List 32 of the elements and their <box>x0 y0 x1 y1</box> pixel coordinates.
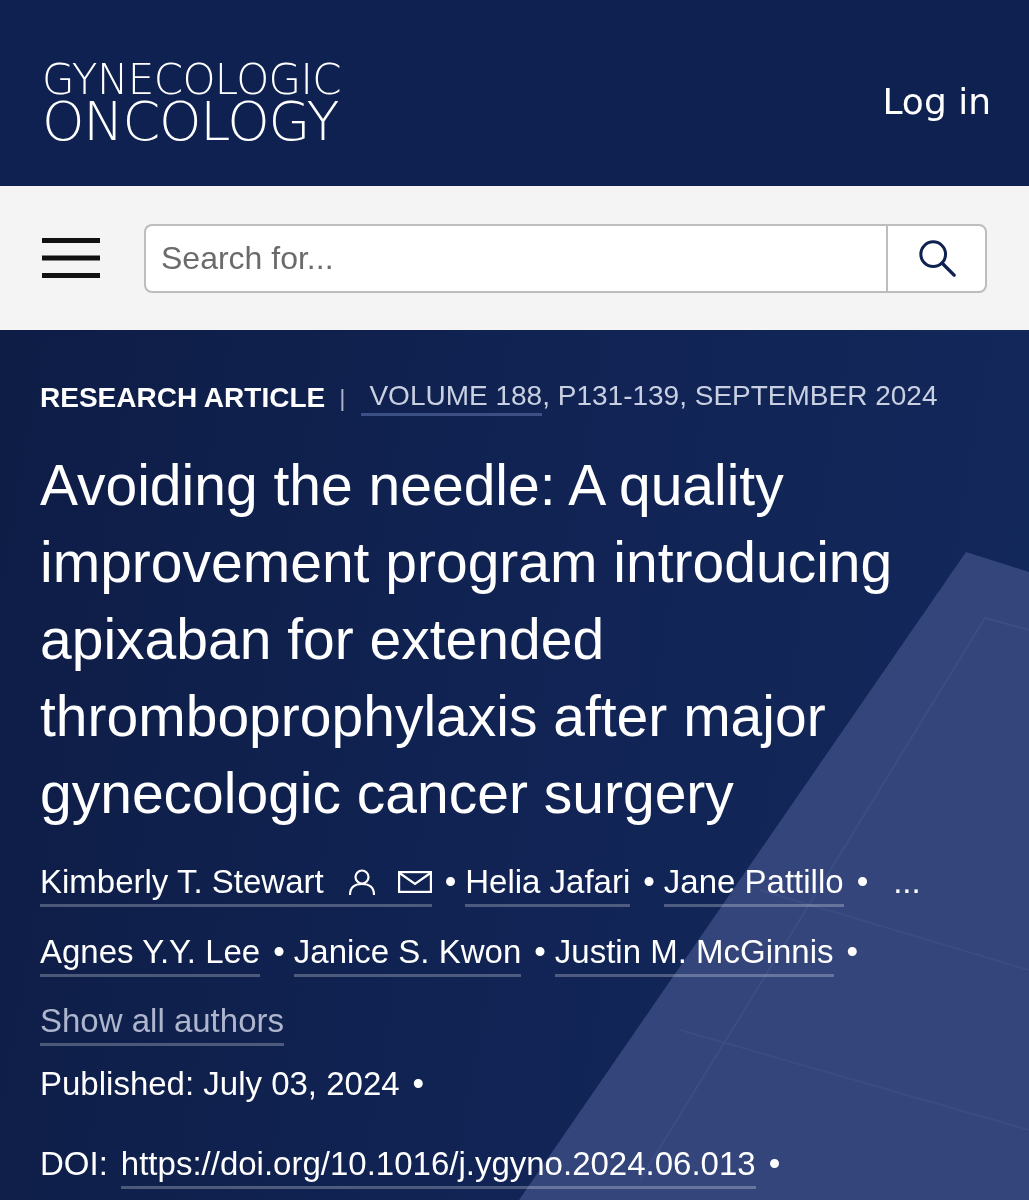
more-authors-ellipsis: ... <box>893 862 921 902</box>
show-all-authors-link[interactable]: Show all authors <box>40 1001 284 1046</box>
author-link[interactable]: Agnes Y.Y. Lee <box>40 932 261 977</box>
menu-icon[interactable] <box>42 238 100 278</box>
author-link[interactable]: Kimberly T. Stewart <box>40 862 432 907</box>
doi-label: DOI: <box>40 1144 108 1184</box>
issue-details: , P131-139, SEPTEMBER 2024 <box>542 379 938 413</box>
doi-link[interactable]: https://doi.org/10.1016/j.ygyno.2024.06.013 <box>120 1144 756 1189</box>
bullet-separator: • <box>273 932 285 972</box>
search-field[interactable]: Search for... <box>144 223 886 293</box>
bullet-separator: • <box>643 862 655 902</box>
volume-link[interactable]: VOLUME 188 <box>361 379 543 416</box>
envelope-icon <box>397 871 432 893</box>
author-link[interactable]: Helia Jafari <box>465 862 631 907</box>
meta-separator: | <box>339 382 346 413</box>
article-title: Avoiding the needle: A quality improvement program introducing apixaban for extended thromboprophylaxis after major gynecologic cancer surgery <box>40 452 894 827</box>
published-date: Published: July 03, 2024 <box>40 1064 400 1104</box>
author-link[interactable]: Janice S. Kwon <box>293 932 522 977</box>
author-link[interactable]: Justin M. McGinnis <box>554 932 834 977</box>
author-link[interactable]: Jane Pattillo <box>663 862 844 907</box>
search-icon <box>917 239 956 277</box>
person-icon <box>347 868 376 896</box>
login-link[interactable]: Log in <box>882 80 991 124</box>
bullet-separator: • <box>846 932 859 972</box>
bullet-separator: • <box>856 862 869 902</box>
bullet-separator: • <box>768 1144 781 1184</box>
search-button[interactable] <box>886 223 987 293</box>
article-type: RESEARCH ARTICLE <box>40 380 326 415</box>
bullet-separator: • <box>444 862 457 902</box>
journal-logo[interactable]: GYNECOLOGIC ONCOLOGY <box>42 61 342 145</box>
bullet-separator: • <box>412 1064 425 1104</box>
bullet-separator: • <box>534 932 546 972</box>
